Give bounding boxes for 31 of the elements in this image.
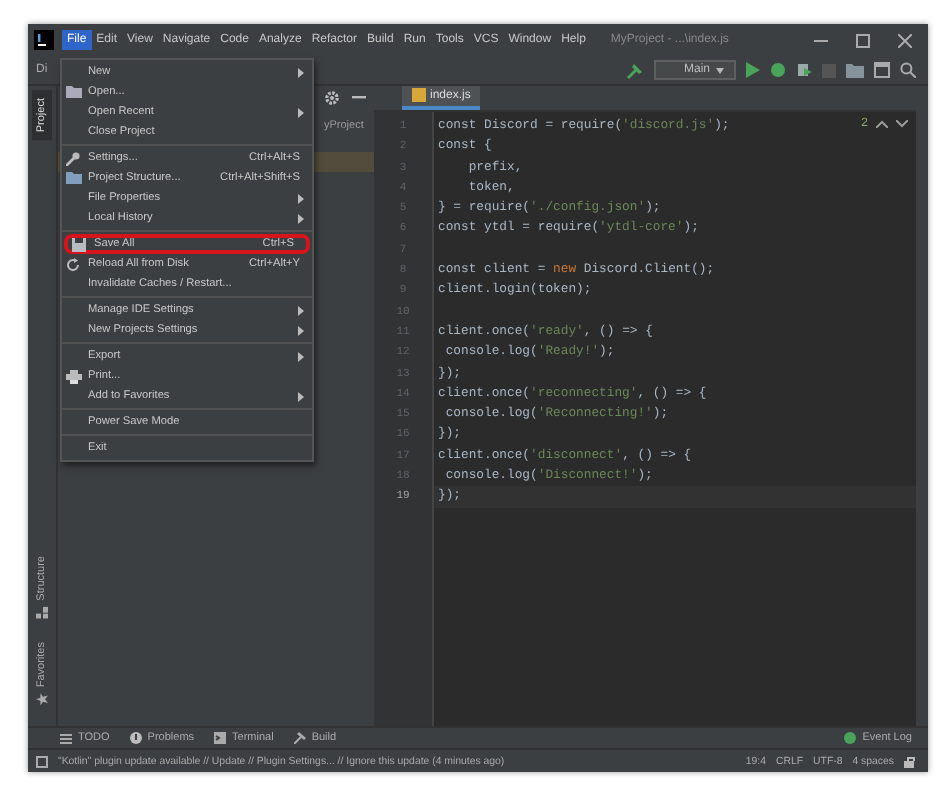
lock-icon[interactable] (904, 755, 916, 767)
debug-icon[interactable] (770, 62, 786, 78)
run-icon[interactable] (746, 62, 760, 78)
warning-icon (129, 732, 142, 744)
app-logo-icon (34, 30, 54, 50)
gear-icon[interactable] (324, 90, 340, 106)
star-icon (36, 694, 48, 706)
wrench-icon (66, 151, 80, 165)
terminal-icon (214, 732, 227, 744)
submenu-arrow-icon (298, 351, 304, 361)
submenu-arrow-icon (298, 391, 304, 401)
close-icon[interactable] (898, 33, 912, 47)
folder-icon[interactable] (846, 62, 864, 78)
minimize-icon[interactable] (814, 39, 828, 41)
coverage-icon[interactable] (796, 62, 812, 78)
hammer-icon (293, 732, 306, 744)
js-file-icon (412, 88, 426, 102)
folder-icon (66, 86, 82, 98)
submenu-arrow-icon (298, 67, 304, 77)
submenu-arrow-icon (298, 107, 304, 117)
caret-icon (716, 67, 724, 73)
event-badge-icon (844, 732, 857, 744)
printer-icon (66, 369, 82, 383)
structure-icon (36, 606, 48, 619)
layout-icon[interactable] (874, 62, 890, 78)
list-icon (60, 733, 72, 743)
panel-toggle-icon[interactable] (36, 755, 48, 767)
refresh-icon (66, 257, 80, 271)
search-icon[interactable] (900, 62, 916, 78)
maximize-icon[interactable] (856, 33, 870, 47)
hammer-icon[interactable] (625, 61, 644, 79)
